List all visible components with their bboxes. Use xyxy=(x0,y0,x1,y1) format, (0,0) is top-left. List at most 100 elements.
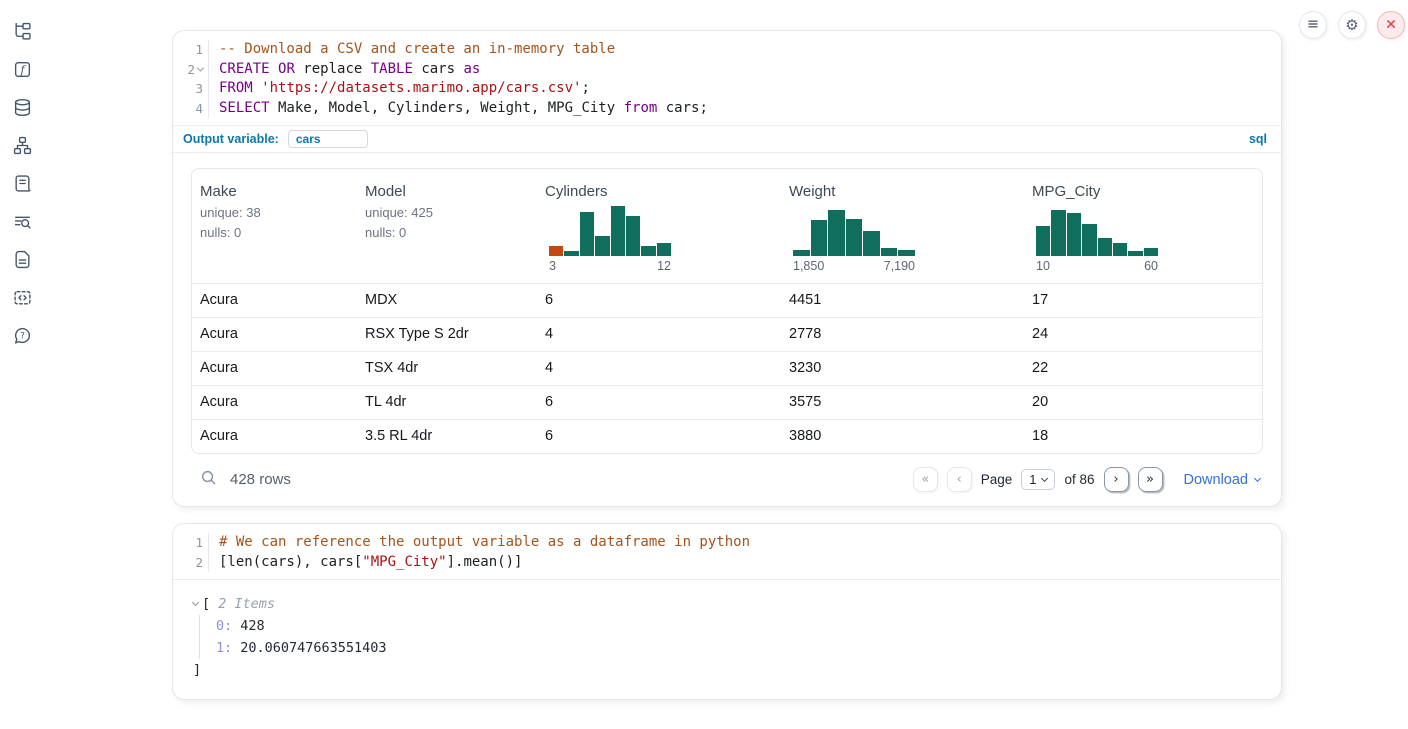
histogram-bar[interactable] xyxy=(549,246,563,256)
line-number: 3 xyxy=(173,79,209,99)
table-cell: 3.5 RL 4dr xyxy=(357,420,537,453)
histogram-bar[interactable] xyxy=(1113,243,1127,256)
histogram-bar[interactable] xyxy=(564,251,578,256)
last-page-button[interactable]: » xyxy=(1138,467,1163,492)
chevron-down-icon xyxy=(1041,474,1048,481)
line-number: 2 xyxy=(173,60,209,80)
table-cell: Acura xyxy=(192,420,357,453)
histogram-bar[interactable] xyxy=(881,248,898,257)
histogram-bar[interactable] xyxy=(1036,226,1050,256)
column-histogram: 1060 xyxy=(1036,206,1158,273)
histogram-bar[interactable] xyxy=(1128,251,1142,256)
svg-text:?: ? xyxy=(20,331,25,341)
sql-cell: 1-- Download a CSV and create an in-memo… xyxy=(172,30,1282,507)
page-select[interactable]: 1 xyxy=(1021,469,1055,490)
sidebar-item-snippets[interactable] xyxy=(12,289,32,309)
table-cell: 3230 xyxy=(781,352,1024,385)
line-number: 1 xyxy=(173,533,209,553)
sidebar-item-documentation[interactable] xyxy=(12,251,32,271)
axis-min-label: 3 xyxy=(549,259,556,273)
collapse-chevron-icon[interactable] xyxy=(192,599,199,606)
prev-page-button[interactable]: ‹ xyxy=(947,467,972,492)
column-stat: nulls: 0 xyxy=(365,225,529,240)
variables-icon: f xyxy=(13,60,32,82)
histogram-bar[interactable] xyxy=(641,246,655,256)
histogram-bar[interactable] xyxy=(1067,213,1081,256)
histogram-bar[interactable] xyxy=(1098,238,1112,257)
python-code-editor[interactable]: 1# We can reference the output variable … xyxy=(173,524,1281,580)
settings-button[interactable]: ⚙ xyxy=(1338,11,1366,39)
line-number: 2 xyxy=(173,553,209,573)
code-text: SELECT Make, Model, Cylinders, Weight, M… xyxy=(209,99,708,119)
histogram-bar[interactable] xyxy=(793,250,810,257)
column-header-cylinders[interactable]: Cylinders 312 xyxy=(537,181,781,275)
histogram-bar[interactable] xyxy=(1051,210,1065,257)
histogram-axis: 312 xyxy=(549,259,671,273)
histogram-bar[interactable] xyxy=(1144,248,1158,257)
code-text: FROM 'https://datasets.marimo.app/cars.c… xyxy=(209,79,590,99)
bracket-open: [ xyxy=(202,593,210,615)
sidebar-item-outline[interactable] xyxy=(12,175,32,195)
help-bubble-icon: ? xyxy=(13,326,32,348)
histogram-bar[interactable] xyxy=(828,210,845,257)
code-line: 4SELECT Make, Model, Cylinders, Weight, … xyxy=(173,99,1281,119)
histogram-bar[interactable] xyxy=(863,231,880,256)
histogram-bar[interactable] xyxy=(811,220,828,256)
table-row: AcuraRSX Type S 2dr4277824 xyxy=(192,317,1262,351)
histogram-bar[interactable] xyxy=(580,212,594,256)
sidebar-item-dependency-graph[interactable] xyxy=(12,137,32,157)
svg-text:f: f xyxy=(19,64,26,77)
table-row: AcuraTSX 4dr4323022 xyxy=(192,351,1262,385)
fold-chevron-icon[interactable] xyxy=(197,64,204,71)
hamburger-icon xyxy=(1304,15,1322,36)
sidebar-item-data-sources[interactable] xyxy=(12,99,32,119)
table-footer: 428 rows « ‹ Page 1 of 86 › » Download xyxy=(191,454,1263,496)
close-button[interactable] xyxy=(1377,11,1405,39)
first-page-button[interactable]: « xyxy=(913,467,938,492)
sql-cell-output: Makeunique: 38nulls: 0Modelunique: 425nu… xyxy=(173,153,1281,506)
sidebar-item-variables[interactable]: f xyxy=(12,61,32,81)
histogram-bar[interactable] xyxy=(846,219,863,256)
table-body: AcuraMDX6445117AcuraRSX Type S 2dr427782… xyxy=(192,283,1262,453)
output-variable-input[interactable] xyxy=(288,130,368,148)
table-cell: 4 xyxy=(537,318,781,351)
list-item: 0:428 xyxy=(216,615,1261,637)
next-page-button[interactable]: › xyxy=(1104,467,1129,492)
menu-button[interactable] xyxy=(1299,11,1327,39)
column-header-model[interactable]: Modelunique: 425nulls: 0 xyxy=(357,181,537,275)
histogram-bar[interactable] xyxy=(595,236,609,256)
histogram-bar[interactable] xyxy=(611,206,625,256)
line-number: 1 xyxy=(173,40,209,60)
table-cell: 4 xyxy=(537,352,781,385)
column-stat: unique: 38 xyxy=(200,205,349,220)
code-line: 1-- Download a CSV and create an in-memo… xyxy=(173,40,1281,60)
sql-code-editor[interactable]: 1-- Download a CSV and create an in-memo… xyxy=(173,31,1281,125)
column-name: MPG_City xyxy=(1032,183,1254,200)
table-cell: 2778 xyxy=(781,318,1024,351)
download-button[interactable]: Download xyxy=(1184,472,1261,488)
table-cell: MDX xyxy=(357,284,537,317)
histogram-bar[interactable] xyxy=(898,250,915,257)
histogram-bar[interactable] xyxy=(1082,224,1096,257)
column-stat: nulls: 0 xyxy=(200,225,349,240)
table-cell: TL 4dr xyxy=(357,386,537,419)
axis-max-label: 7,190 xyxy=(884,259,915,273)
sidebar-item-help[interactable]: ? xyxy=(12,327,32,347)
table-cell: Acura xyxy=(192,318,357,351)
histogram-bar[interactable] xyxy=(626,216,640,256)
notebook-controls: ⚙ xyxy=(1299,11,1405,39)
language-badge[interactable]: sql xyxy=(1249,132,1267,146)
sidebar-item-logs[interactable] xyxy=(12,213,32,233)
column-name: Cylinders xyxy=(545,183,773,200)
code-line: 2[len(cars), cars["MPG_City"].mean()] xyxy=(173,553,1281,573)
list-search-icon xyxy=(13,212,32,234)
search-icon[interactable] xyxy=(200,469,217,491)
gear-icon: ⚙ xyxy=(1345,18,1358,33)
code-line: 1# We can reference the output variable … xyxy=(173,533,1281,553)
histogram-bar[interactable] xyxy=(657,243,671,257)
column-header-mpg_city[interactable]: MPG_City 1060 xyxy=(1024,181,1262,275)
column-header-make[interactable]: Makeunique: 38nulls: 0 xyxy=(192,181,357,275)
sidebar-item-file-explorer[interactable] xyxy=(12,23,32,43)
notebook-area: 1-- Download a CSV and create an in-memo… xyxy=(172,30,1282,700)
column-header-weight[interactable]: Weight1,8507,190 xyxy=(781,181,1024,275)
